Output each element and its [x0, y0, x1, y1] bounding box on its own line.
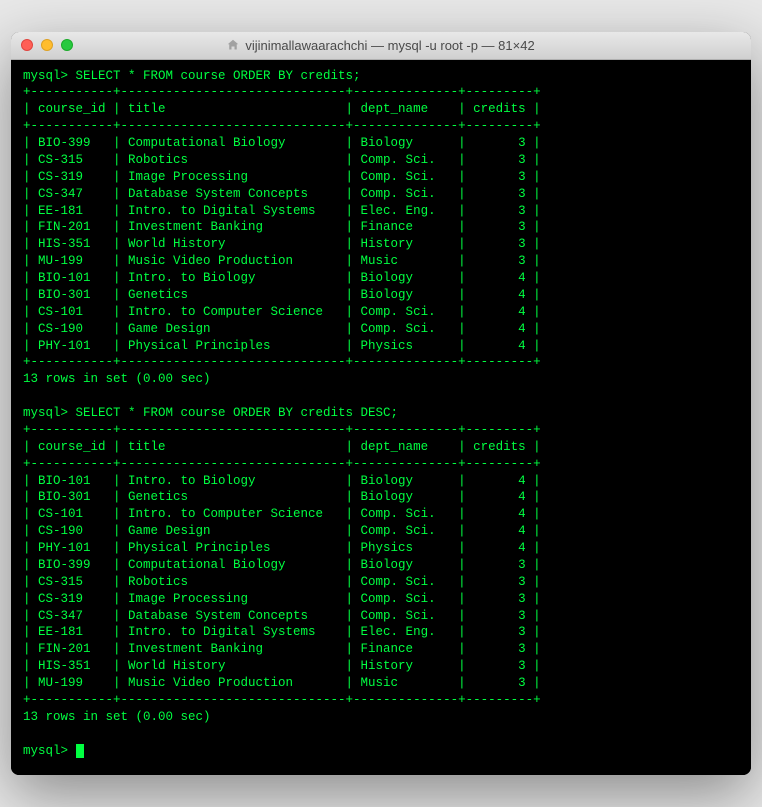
prompt-text: mysql> — [23, 744, 76, 758]
home-icon — [227, 39, 239, 51]
prompt-line[interactable]: mysql> — [23, 744, 84, 758]
window-title-text: vijinimallawaarachchi — mysql -u root -p… — [245, 38, 534, 53]
cursor — [76, 744, 84, 758]
titlebar: vijinimallawaarachchi — mysql -u root -p… — [11, 32, 751, 60]
terminal-window: vijinimallawaarachchi — mysql -u root -p… — [11, 32, 751, 776]
terminal-body[interactable]: mysql> SELECT * FROM course ORDER BY cre… — [11, 60, 751, 776]
window-title: vijinimallawaarachchi — mysql -u root -p… — [11, 38, 751, 53]
